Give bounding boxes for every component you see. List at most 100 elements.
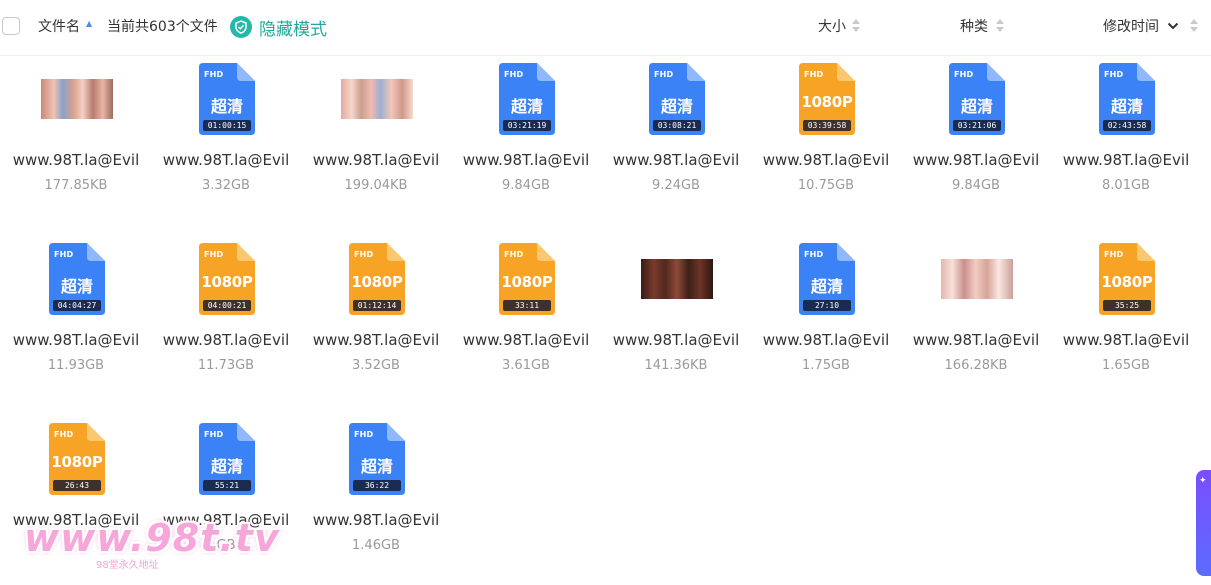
file-thumbnail[interactable]	[941, 243, 1013, 315]
file-thumbnail[interactable]: FHD 1080P 03:39:58	[791, 63, 863, 135]
fhd-label: FHD	[654, 70, 674, 79]
video-duration: 03:08:21	[653, 120, 701, 131]
video-duration: 02:43:58	[1103, 120, 1151, 131]
file-name[interactable]: www.98T.la@Evil	[751, 331, 901, 349]
file-thumbnail[interactable]: FHD 超清 03:21:06	[941, 63, 1013, 135]
file-thumbnail[interactable]: FHD 1080P 26:43	[41, 423, 113, 495]
file-name[interactable]: www.98T.la@Evil	[1, 331, 151, 349]
file-tile[interactable]: FHD 超清 03:08:21 www.98T.la@Evil 9.24GB	[601, 55, 751, 225]
file-thumbnail[interactable]: FHD 超清 55:21	[191, 423, 263, 495]
file-size: 1.46GB	[352, 538, 400, 553]
file-thumbnail[interactable]: FHD 1080P 01:12:14	[341, 243, 413, 315]
file-name[interactable]: www.98T.la@Evil	[601, 331, 751, 349]
file-thumbnail[interactable]: FHD 超清 36:22	[341, 423, 413, 495]
video-file-icon: FHD 超清 03:21:06	[949, 63, 1005, 135]
sort-by-size-header[interactable]: 大小	[818, 17, 846, 37]
modified-sort-icon[interactable]	[1190, 19, 1198, 35]
image-thumbnail	[941, 259, 1013, 299]
file-tile[interactable]: FHD 超清 02:43:58 www.98T.la@Evil 8.01GB	[1051, 55, 1201, 225]
sort-ascending-icon[interactable]: ▲	[86, 20, 92, 28]
file-name[interactable]: www.98T.la@Evil	[451, 331, 601, 349]
sort-by-type-header[interactable]: 种类	[960, 17, 988, 37]
file-thumbnail[interactable]: FHD 1080P 35:25	[1091, 243, 1163, 315]
file-name[interactable]: www.98T.la@Evil	[451, 151, 601, 169]
file-name[interactable]: www.98T.la@Evil	[901, 151, 1051, 169]
hide-mode-toggle[interactable]: 隐藏模式	[230, 14, 327, 40]
file-tile[interactable]: FHD 1080P 01:12:14 www.98T.la@Evil 3.52GB	[301, 235, 451, 405]
video-file-icon: FHD 超清 04:04:27	[49, 243, 105, 315]
fhd-label: FHD	[804, 250, 824, 259]
file-name[interactable]: www.98T.la@Evil	[301, 331, 451, 349]
file-name[interactable]: www.98T.la@Evil	[601, 151, 751, 169]
file-thumbnail[interactable]: FHD 超清 27:10	[791, 243, 863, 315]
video-file-icon: FHD 超清 01:00:15	[199, 63, 255, 135]
sort-by-modified-header[interactable]: 修改时间	[1103, 17, 1159, 37]
file-thumbnail[interactable]: FHD 超清 04:04:27	[41, 243, 113, 315]
video-file-icon: FHD 超清 36:22	[349, 423, 405, 495]
file-size: 166.28KB	[944, 358, 1008, 373]
fhd-label: FHD	[204, 430, 224, 439]
hide-mode-label: 隐藏模式	[259, 19, 327, 40]
select-all-checkbox[interactable]	[2, 17, 20, 35]
file-tile[interactable]: FHD 超清 36:22 www.98T.la@Evil 1.46GB	[301, 415, 451, 585]
side-panel-handle[interactable]: ✦	[1196, 470, 1211, 576]
file-thumbnail[interactable]: FHD 超清 03:21:19	[491, 63, 563, 135]
file-name[interactable]: www.98T.la@Evil	[151, 331, 301, 349]
quality-badge: 1080P	[801, 93, 853, 111]
video-file-icon: FHD 1080P 35:25	[1099, 243, 1155, 315]
file-thumbnail[interactable]: FHD 1080P 33:11	[491, 243, 563, 315]
file-tile[interactable]: FHD 超清 03:21:06 www.98T.la@Evil 9.84GB	[901, 55, 1051, 225]
sort-by-name-header[interactable]: 文件名	[38, 17, 80, 37]
file-tile[interactable]: FHD 1080P 35:25 www.98T.la@Evil 1.65GB	[1051, 235, 1201, 405]
file-size: 11.93GB	[47, 358, 105, 373]
file-size: 177.85KB	[44, 178, 108, 193]
size-sort-icon[interactable]	[852, 19, 860, 35]
file-name[interactable]: www.98T.la@Evil	[751, 151, 901, 169]
quality-badge: 超清	[510, 97, 543, 116]
video-file-icon: FHD 超清 03:21:19	[499, 63, 555, 135]
file-name[interactable]: www.98T.la@Evil	[1051, 331, 1201, 349]
file-name[interactable]: www.98T.la@Evil	[1051, 151, 1201, 169]
file-name[interactable]: www.98T.la@Evil	[901, 331, 1051, 349]
file-thumbnail[interactable]	[41, 63, 113, 135]
file-tile[interactable]: www.98T.la@Evil 177.85KB	[1, 55, 151, 225]
chevron-down-icon[interactable]	[1166, 19, 1180, 33]
file-tile[interactable]: FHD 超清 04:04:27 www.98T.la@Evil 11.93GB	[1, 235, 151, 405]
fhd-label: FHD	[504, 250, 524, 259]
file-thumbnail[interactable]	[641, 243, 713, 315]
file-thumbnail[interactable]: FHD 超清 01:00:15	[191, 63, 263, 135]
file-thumbnail[interactable]: FHD 1080P 04:00:21	[191, 243, 263, 315]
quality-badge: 超清	[60, 277, 93, 296]
video-duration: 27:10	[803, 300, 851, 311]
quality-badge: 1080P	[351, 273, 403, 291]
quality-badge: 超清	[360, 457, 393, 476]
file-name[interactable]: www.98T.la@Evil	[301, 511, 451, 529]
fhd-label: FHD	[504, 70, 524, 79]
file-tile[interactable]: www.98T.la@Evil 166.28KB	[901, 235, 1051, 405]
file-name[interactable]: www.98T.la@Evil	[151, 151, 301, 169]
file-tile[interactable]: FHD 超清 27:10 www.98T.la@Evil 1.75GB	[751, 235, 901, 405]
file-tile[interactable]: FHD 超清 03:21:19 www.98T.la@Evil 9.84GB	[451, 55, 601, 225]
file-tile[interactable]: FHD 超清 01:00:15 www.98T.la@Evil 3.32GB	[151, 55, 301, 225]
file-thumbnail[interactable]	[341, 63, 413, 135]
file-count-label: 当前共603个文件	[107, 19, 218, 35]
file-name[interactable]: www.98T.la@Evil	[301, 151, 451, 169]
fhd-label: FHD	[354, 430, 374, 439]
sparkle-icon: ✦	[1199, 476, 1207, 486]
file-thumbnail[interactable]: FHD 超清 02:43:58	[1091, 63, 1163, 135]
file-size: 3.32GB	[202, 178, 250, 193]
file-tile[interactable]: FHD 1080P 03:39:58 www.98T.la@Evil 10.75GB	[751, 55, 901, 225]
file-size: 1.75GB	[802, 358, 850, 373]
file-tile[interactable]: www.98T.la@Evil 141.36KB	[601, 235, 751, 405]
file-thumbnail[interactable]: FHD 超清 03:08:21	[641, 63, 713, 135]
file-tile[interactable]: FHD 1080P 33:11 www.98T.la@Evil 3.61GB	[451, 235, 601, 405]
fhd-label: FHD	[54, 250, 74, 259]
file-tile[interactable]: www.98T.la@Evil 199.04KB	[301, 55, 451, 225]
type-sort-icon[interactable]	[996, 19, 1004, 35]
file-name[interactable]: www.98T.la@Evil	[1, 151, 151, 169]
file-tile[interactable]: FHD 1080P 04:00:21 www.98T.la@Evil 11.73GB	[151, 235, 301, 405]
file-size: 10.75GB	[797, 178, 855, 193]
video-duration: 04:04:27	[53, 300, 101, 311]
quality-badge: 超清	[960, 97, 993, 116]
image-thumbnail	[341, 79, 413, 119]
